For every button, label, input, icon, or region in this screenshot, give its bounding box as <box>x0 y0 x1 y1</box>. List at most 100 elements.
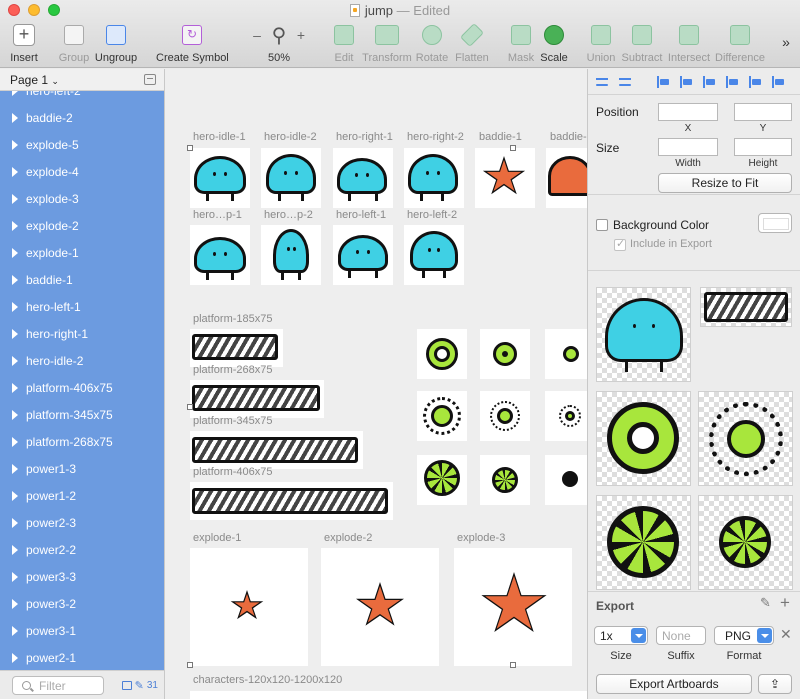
disclosure-triangle-icon[interactable] <box>12 274 18 285</box>
layer-item[interactable]: power2-3 <box>0 509 164 536</box>
disclosure-triangle-icon[interactable] <box>12 301 18 312</box>
disclosure-triangle-icon[interactable] <box>12 652 18 663</box>
artboard-platform-345x75[interactable] <box>190 431 363 469</box>
preview-thumbnail[interactable] <box>596 495 691 590</box>
layer-item[interactable]: hero-left-1 <box>0 293 164 320</box>
disclosure-triangle-icon[interactable] <box>12 436 18 447</box>
artboard-explode-3[interactable] <box>454 548 572 666</box>
artboard-hero-p-2[interactable] <box>261 225 321 285</box>
artboard-power[interactable] <box>545 391 587 441</box>
layer-item[interactable]: baddie-2 <box>0 104 164 131</box>
artboard-label[interactable]: explode-2 <box>324 532 372 544</box>
align-right-icon[interactable] <box>703 75 717 89</box>
share-button[interactable]: ⇪ <box>758 674 792 694</box>
distribute-vertical-icon[interactable] <box>619 75 633 89</box>
export-artboards-button[interactable]: Export Artboards <box>596 674 752 694</box>
disclosure-triangle-icon[interactable] <box>12 463 18 474</box>
layer-item[interactable]: hero-right-1 <box>0 320 164 347</box>
layer-item[interactable]: explode-5 <box>0 131 164 158</box>
artboard-label[interactable]: platform-185x75 <box>193 313 273 325</box>
artboard-power[interactable] <box>545 329 587 379</box>
layer-item[interactable]: power3-3 <box>0 563 164 590</box>
disclosure-triangle-icon[interactable] <box>12 247 18 258</box>
layer-item[interactable]: baddie-1 <box>0 266 164 293</box>
artboard-hero-idle-2[interactable] <box>261 148 321 208</box>
preview-thumbnail[interactable] <box>698 495 793 590</box>
artboard-label[interactable]: platform-406x75 <box>193 466 273 478</box>
layer-item[interactable]: power2-2 <box>0 536 164 563</box>
artboard-power[interactable] <box>480 391 530 441</box>
artboard-label[interactable]: hero-idle-2 <box>264 131 317 143</box>
layer-item[interactable]: power3-2 <box>0 590 164 617</box>
add-export-icon[interactable]: + <box>780 593 790 613</box>
disclosure-triangle-icon[interactable] <box>12 355 18 366</box>
canvas[interactable]: hero-idle-1 hero-idle-2 hero-right-1 her… <box>165 69 587 699</box>
preview-thumbnail[interactable] <box>700 287 792 327</box>
artboard-hero-left-2[interactable] <box>404 225 464 285</box>
align-middle-icon[interactable] <box>749 75 763 89</box>
subtract-button[interactable]: Subtract <box>620 22 664 64</box>
artboard-power[interactable] <box>417 329 467 379</box>
artboard-label[interactable]: explode-1 <box>193 532 241 544</box>
resize-to-fit-button[interactable]: Resize to Fit <box>658 173 792 193</box>
page-selector[interactable]: Page 1 ⌄ <box>0 69 164 91</box>
scale-button[interactable]: Scale <box>540 22 568 64</box>
background-color-checkbox[interactable] <box>596 219 608 231</box>
artboard-power[interactable] <box>545 455 587 505</box>
artboard-characters[interactable] <box>190 691 587 699</box>
disclosure-triangle-icon[interactable] <box>12 193 18 204</box>
artboard-label[interactable]: platform-345x75 <box>193 415 273 427</box>
export-suffix-input[interactable]: None <box>656 626 706 645</box>
artboard-label[interactable]: hero…p-1 <box>193 209 242 221</box>
artboard-platform-268x75[interactable] <box>190 380 324 418</box>
layer-item[interactable]: power1-3 <box>0 455 164 482</box>
artboard-filter-icon[interactable] <box>121 681 132 690</box>
width-field[interactable] <box>658 138 718 156</box>
selection-handle[interactable] <box>187 145 193 151</box>
artboard-label[interactable]: hero-idle-1 <box>193 131 246 143</box>
artboard-baddie-1[interactable] <box>475 148 535 208</box>
toolbar-overflow-button[interactable]: » <box>778 34 794 50</box>
artboard-power[interactable] <box>480 455 530 505</box>
pencil-icon[interactable]: ✎ <box>135 679 144 692</box>
disclosure-triangle-icon[interactable] <box>12 409 18 420</box>
artboard-platform-185x75[interactable] <box>190 329 283 367</box>
layer-item[interactable]: platform-406x75 <box>0 374 164 401</box>
disclosure-triangle-icon[interactable] <box>12 625 18 636</box>
preview-thumbnail[interactable] <box>596 391 691 486</box>
artboard-baddie-2[interactable] <box>546 148 587 208</box>
artboard-label[interactable]: platform-268x75 <box>193 364 273 376</box>
difference-button[interactable]: Difference <box>714 22 766 64</box>
disclosure-triangle-icon[interactable] <box>12 517 18 528</box>
height-field[interactable] <box>734 138 792 156</box>
toggle-pages-icon[interactable] <box>144 74 156 85</box>
disclosure-triangle-icon[interactable] <box>12 571 18 582</box>
artboard-power[interactable] <box>417 455 467 505</box>
artboard-hero-idle-1[interactable] <box>190 148 250 208</box>
x-position-field[interactable] <box>658 103 718 121</box>
artboard-explode-2[interactable] <box>321 548 439 666</box>
distribute-horizontal-icon[interactable] <box>596 75 610 89</box>
artboard-label[interactable]: hero…p-2 <box>264 209 313 221</box>
disclosure-triangle-icon[interactable] <box>12 598 18 609</box>
layer-item[interactable]: platform-268x75 <box>0 428 164 455</box>
align-bottom-icon[interactable] <box>772 75 786 89</box>
artboard-label[interactable]: hero-right-2 <box>407 131 464 143</box>
layer-item[interactable]: hero-idle-2 <box>0 347 164 374</box>
mask-button[interactable]: Mask <box>506 22 536 64</box>
export-format-select[interactable]: PNG <box>714 626 774 645</box>
layer-item[interactable]: power1-2 <box>0 482 164 509</box>
disclosure-triangle-icon[interactable] <box>12 166 18 177</box>
filter-input[interactable]: Filter <box>12 676 104 695</box>
disclosure-triangle-icon[interactable] <box>12 328 18 339</box>
edit-button[interactable]: Edit <box>330 22 358 64</box>
export-scale-select[interactable]: 1x <box>594 626 648 645</box>
layer-item[interactable]: explode-4 <box>0 158 164 185</box>
artboard-hero-right-2[interactable] <box>404 148 464 208</box>
flatten-button[interactable]: Flatten <box>454 22 490 64</box>
transform-button[interactable]: Transform <box>362 22 412 64</box>
union-button[interactable]: Union <box>585 22 617 64</box>
align-left-icon[interactable] <box>657 75 671 89</box>
artboard-label[interactable]: characters-120x120-1200x120 <box>193 674 342 686</box>
preview-thumbnail[interactable] <box>596 287 691 382</box>
